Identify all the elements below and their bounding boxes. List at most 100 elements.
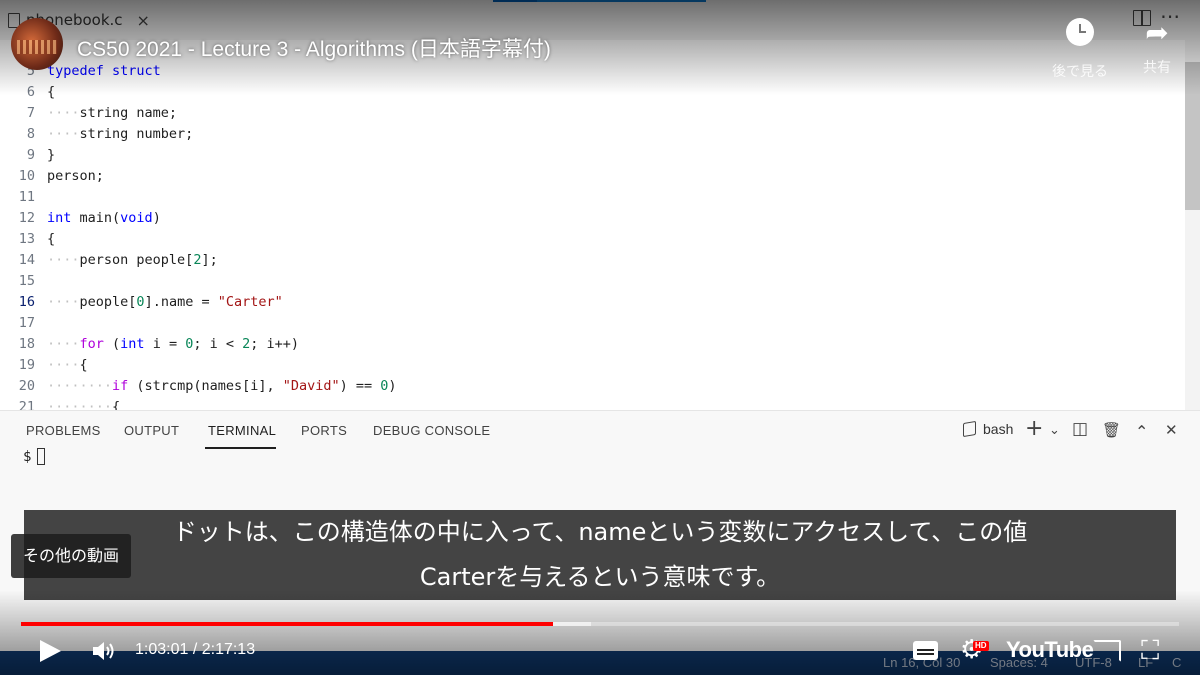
whitespace-marker: ····: [47, 252, 80, 268]
terminal-shell-selector[interactable]: bash: [963, 420, 1014, 438]
tab-debug-console[interactable]: DEBUG CONSOLE: [373, 423, 490, 438]
whitespace-marker: ········: [47, 378, 113, 394]
line-number: 7: [26, 105, 35, 121]
code-token: (strcmp(names[i],: [128, 378, 283, 394]
subtitle-box: ドットは、この構造体の中に入って、nameという変数にアクセスして、この値 Ca…: [24, 510, 1176, 600]
code-line[interactable]: 9}: [0, 145, 1185, 166]
code-lines[interactable]: 5 typedef struct 6{7 ····string name; 8 ····s…: [0, 61, 1185, 410]
share-label: 共有: [1143, 60, 1171, 76]
code-line[interactable]: 20 ········if (strcmp(names[i], "David") …: [0, 376, 1185, 397]
volume-icon[interactable]: [91, 640, 117, 662]
watch-later-button[interactable]: 後で見る: [1045, 18, 1115, 81]
code-token: {: [47, 84, 56, 100]
video-title[interactable]: CS50 2021 - Lecture 3 - Algorithms (日本語字…: [77, 33, 551, 63]
line-number: 11: [18, 189, 35, 205]
channel-avatar[interactable]: [11, 18, 63, 70]
close-panel-icon[interactable]: ✕: [1165, 421, 1178, 439]
line-number: 9: [26, 147, 35, 163]
tab-ports[interactable]: PORTS: [301, 423, 347, 438]
code-token: (: [103, 336, 121, 352]
code-line[interactable]: 16 ····people[0].name = "Carter": [0, 292, 1185, 313]
code-line[interactable]: 21 ········{: [0, 397, 1185, 410]
code-token: int: [120, 336, 145, 352]
code-token: string number;: [79, 126, 194, 142]
tab-terminal[interactable]: TERMINAL: [208, 423, 276, 438]
clock-icon: [1066, 18, 1094, 46]
youtube-logo[interactable]: YouTube: [1006, 637, 1094, 663]
close-icon[interactable]: ×: [137, 11, 150, 30]
code-line[interactable]: 14 ····person people[2];: [0, 250, 1185, 271]
add-terminal-icon[interactable]: +: [1025, 416, 1043, 441]
panel-tab-bar: PROBLEMS OUTPUT TERMINAL PORTS DEBUG CON…: [0, 411, 1200, 451]
code-token: ): [152, 210, 161, 226]
line-number: 18: [18, 336, 35, 352]
chevron-down-icon[interactable]: ⌄: [1049, 423, 1060, 438]
more-videos-button[interactable]: その他の動画: [11, 534, 132, 578]
share-icon: ➦: [1145, 16, 1169, 49]
code-token: ) ==: [339, 378, 381, 394]
code-token: {: [47, 231, 56, 247]
tab-progress-line-active: [493, 0, 537, 2]
progress-bar[interactable]: [21, 622, 1179, 626]
code-token: ): [388, 378, 397, 394]
subtitle-line-1: ドットは、この構造体の中に入って、nameという変数にアクセスして、この値: [172, 518, 1028, 546]
line-number: 12: [18, 210, 35, 226]
code-line[interactable]: 8 ····string number;: [0, 124, 1185, 145]
scrollbar-thumb[interactable]: [1185, 62, 1200, 210]
tab-problems[interactable]: PROBLEMS: [26, 423, 101, 438]
terminal-cursor: [37, 448, 46, 465]
subtitles-icon[interactable]: [913, 641, 938, 660]
code-token: struct: [112, 63, 161, 79]
line-number: 13: [18, 231, 35, 247]
code-line[interactable]: 19 ····{: [0, 355, 1185, 376]
whitespace-marker: ····: [47, 126, 80, 142]
time-display: 1:03:01 / 2:17:13: [135, 641, 256, 658]
code-line[interactable]: 13 {: [0, 229, 1185, 250]
whitespace-marker: ····: [47, 294, 80, 310]
code-line[interactable]: 10 person;: [0, 166, 1185, 187]
progress-played: [21, 622, 553, 626]
hd-badge: HD: [973, 641, 989, 651]
code-token: main(: [71, 210, 121, 226]
whitespace-marker: ····: [47, 105, 80, 121]
line-number: 15: [18, 273, 35, 289]
maximize-panel-icon[interactable]: ⌃: [1135, 422, 1148, 441]
split-terminal-icon[interactable]: ◫: [1072, 419, 1088, 439]
code-line[interactable]: 18 ····for (int i = 0; i < 2; i++): [0, 334, 1185, 355]
share-button[interactable]: ➦ 共有: [1122, 18, 1192, 77]
code-token: i =: [144, 336, 186, 352]
fullscreen-icon[interactable]: ⛶: [1141, 637, 1159, 665]
line-number: 17: [18, 315, 35, 331]
code-token: typedef: [47, 63, 104, 79]
code-token: {: [79, 357, 88, 373]
active-tab-indicator: [205, 447, 276, 449]
code-token: person people[: [79, 252, 194, 268]
code-token: for: [79, 336, 104, 352]
line-number: 14: [18, 252, 35, 268]
whitespace-marker: ····: [47, 336, 80, 352]
code-line[interactable]: 6{: [0, 82, 1185, 103]
code-token: 0: [136, 294, 145, 310]
shell-name: bash: [983, 421, 1014, 437]
code-line[interactable]: 5 typedef struct: [0, 61, 1185, 82]
code-token: ; i <: [193, 336, 243, 352]
code-line[interactable]: 11: [0, 187, 1185, 208]
cast-icon[interactable]: [1093, 640, 1121, 662]
trash-icon[interactable]: 🗑: [1102, 421, 1121, 439]
line-number: 10: [18, 168, 35, 184]
code-token: {: [112, 399, 121, 410]
code-line[interactable]: 17: [0, 313, 1185, 334]
code-token: int: [47, 210, 72, 226]
terminal-prompt[interactable]: $: [23, 448, 46, 465]
editor-scrollbar[interactable]: [1185, 40, 1200, 410]
line-number: 20: [18, 378, 35, 394]
code-line[interactable]: 7 ····string name;: [0, 103, 1185, 124]
play-icon[interactable]: [40, 640, 61, 662]
line-number: 16: [18, 294, 35, 310]
watch-later-label: 後で見る: [1052, 64, 1108, 80]
tab-output[interactable]: OUTPUT: [124, 423, 179, 438]
status-language[interactable]: C: [1172, 655, 1181, 670]
code-line[interactable]: 12 int main(void): [0, 208, 1185, 229]
code-line[interactable]: 15: [0, 271, 1185, 292]
terminal-cube-icon: [963, 420, 976, 438]
